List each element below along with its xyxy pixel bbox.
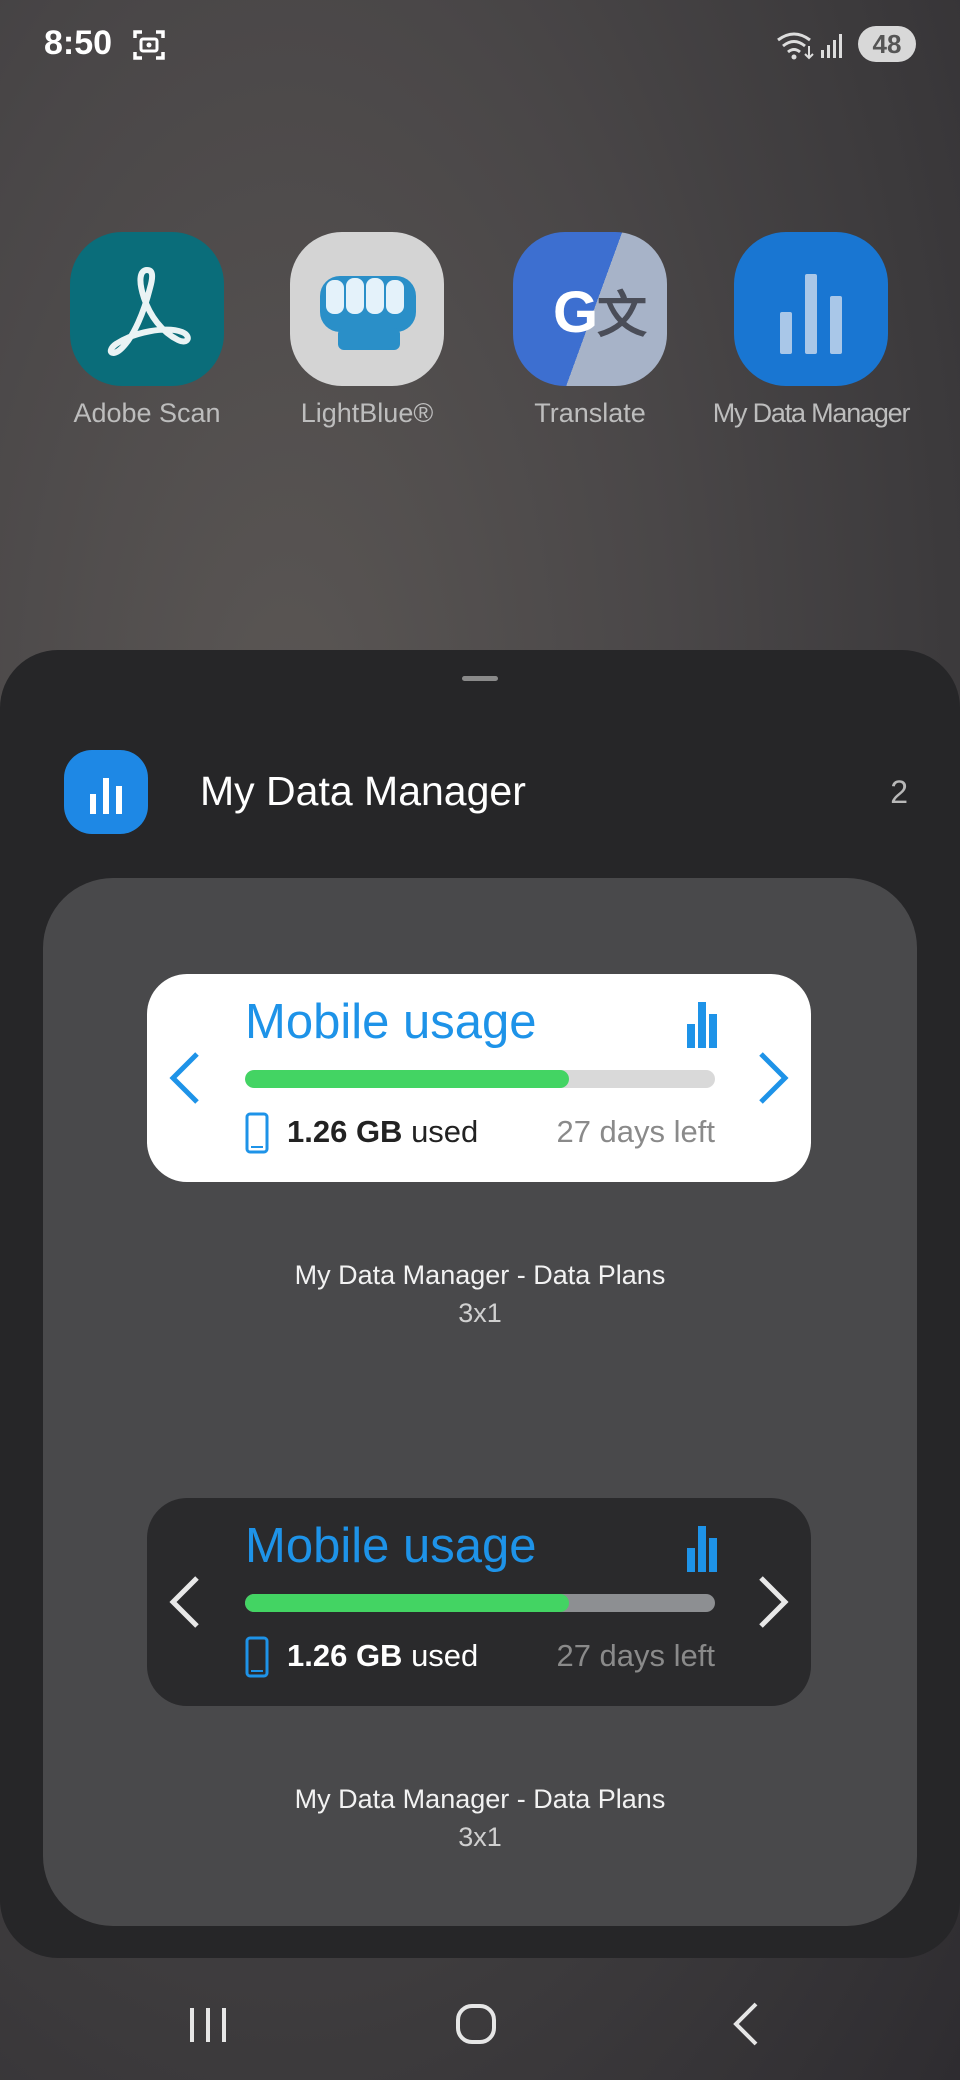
bar-chart-icon[interactable] — [685, 1524, 719, 1572]
data-used-amount: 1.26 GB — [287, 1114, 403, 1149]
widget-caption: My Data Manager - Data Plans 3x1 — [43, 1256, 917, 1332]
sheet-title: My Data Manager — [200, 768, 526, 814]
usage-progress-fill — [245, 1594, 570, 1612]
data-manager-icon — [734, 232, 888, 386]
drag-handle[interactable] — [462, 676, 498, 681]
data-used-amount: 1.26 GB — [287, 1638, 403, 1673]
days-left-text: 27 days left — [556, 1638, 715, 1673]
google-translate-icon: G 文 — [513, 232, 667, 386]
usage-progress-fill — [245, 1070, 570, 1088]
chevron-right-icon[interactable] — [755, 1050, 791, 1106]
app-label: LightBlue® — [300, 398, 434, 428]
lightblue-fist-icon — [290, 232, 444, 386]
chevron-left-icon[interactable] — [167, 1574, 203, 1630]
app-label: My Data Manager — [712, 398, 911, 428]
home-button[interactable] — [446, 1994, 506, 2054]
widget-caption-name: My Data Manager - Data Plans — [294, 1784, 666, 1814]
recents-button[interactable] — [178, 1994, 238, 2054]
widget-preview-light[interactable]: Mobile usage 1.26 GB used 27 days left — [147, 974, 811, 1182]
app-adobe-scan[interactable]: Adobe Scan — [42, 232, 252, 429]
app-row: Adobe Scan LightBlue® G 文 Translate My D… — [0, 232, 960, 432]
data-used-text: 1.26 GB used — [287, 1114, 478, 1150]
data-used-suffix: used — [402, 1114, 479, 1149]
phone-icon — [245, 1112, 269, 1154]
app-my-data-manager[interactable]: My Data Manager — [706, 232, 916, 429]
status-bar: 8:50 48 — [0, 0, 960, 90]
data-manager-icon — [64, 750, 148, 834]
widget-preview-panel: Mobile usage 1.26 GB used 27 days left M… — [43, 878, 917, 1926]
adobe-scan-icon — [70, 232, 224, 386]
phone-icon — [245, 1636, 269, 1678]
widget-title: Mobile usage — [245, 995, 537, 1049]
widget-title: Mobile usage — [245, 1519, 537, 1573]
days-left-text: 27 days left — [556, 1114, 715, 1149]
app-translate[interactable]: G 文 Translate — [485, 232, 695, 429]
bar-chart-icon[interactable] — [685, 1000, 719, 1048]
chevron-right-icon[interactable] — [755, 1574, 791, 1630]
svg-text:G: G — [553, 280, 598, 345]
app-lightblue[interactable]: LightBlue® — [262, 232, 472, 429]
widget-caption: My Data Manager - Data Plans 3x1 — [43, 1780, 917, 1856]
signal-icon — [821, 34, 842, 58]
data-used-text: 1.26 GB used — [287, 1638, 478, 1674]
app-label: Adobe Scan — [73, 398, 221, 428]
chevron-left-icon[interactable] — [167, 1050, 203, 1106]
wifi-icon — [777, 32, 814, 60]
svg-text:文: 文 — [597, 286, 647, 344]
battery-indicator: 48 — [858, 26, 916, 62]
widget-preview-dark[interactable]: Mobile usage 1.26 GB used 27 days left — [147, 1498, 811, 1706]
screenshot-icon — [133, 30, 165, 60]
usage-progress-bar — [245, 1070, 715, 1088]
widget-caption-size: 3x1 — [458, 1298, 502, 1328]
data-used-suffix: used — [402, 1638, 479, 1673]
app-label: Translate — [534, 398, 646, 428]
usage-progress-bar — [245, 1594, 715, 1612]
back-button[interactable] — [718, 1994, 778, 2054]
widget-caption-name: My Data Manager - Data Plans — [294, 1260, 666, 1290]
widget-caption-size: 3x1 — [458, 1822, 502, 1852]
navigation-bar — [0, 1960, 960, 2080]
status-time: 8:50 — [44, 24, 113, 62]
widget-picker-sheet: My Data Manager 2 Mobile usage 1.26 GB u… — [0, 650, 960, 1958]
widget-count: 2 — [890, 774, 908, 810]
